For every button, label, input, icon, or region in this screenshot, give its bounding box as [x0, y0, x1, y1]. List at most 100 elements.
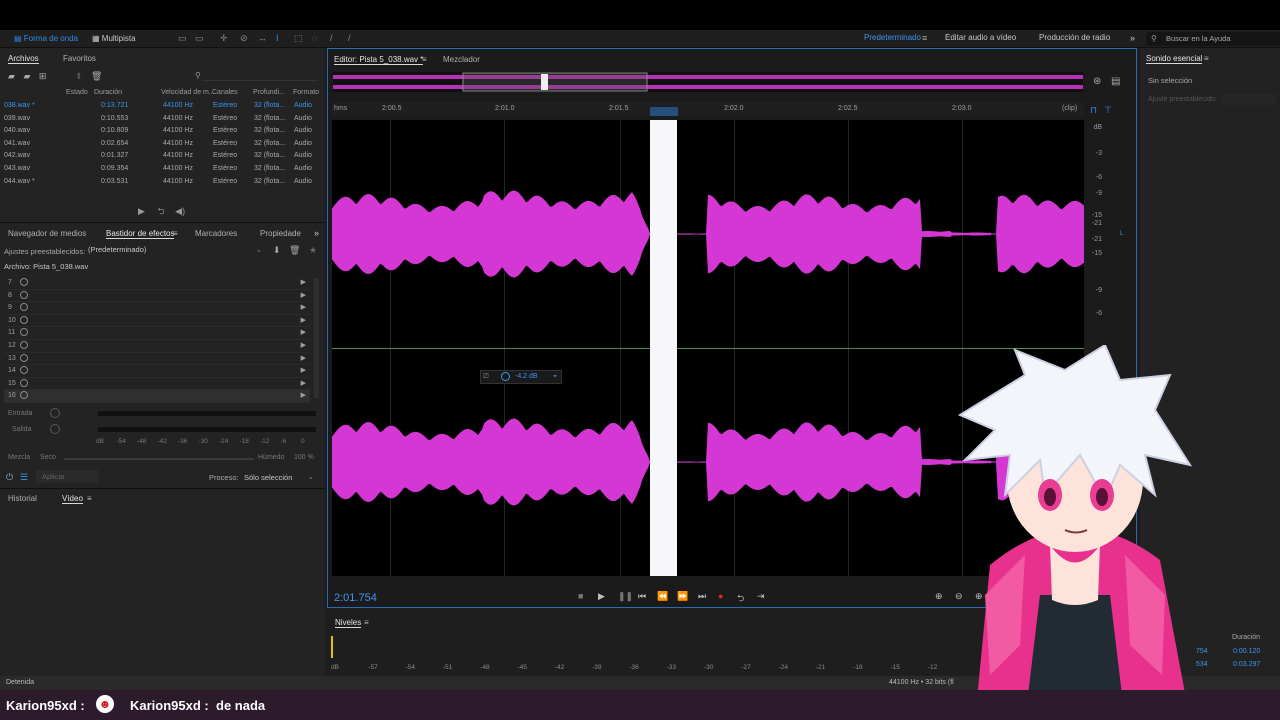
- fast-forward-icon[interactable]: ⏩: [677, 591, 688, 602]
- power-icon[interactable]: [20, 303, 28, 312]
- apply-button[interactable]: Aplicar: [36, 470, 98, 483]
- insert-icon[interactable]: ⬆: [75, 71, 83, 81]
- pitch-icon[interactable]: ▭: [195, 34, 205, 43]
- waveform-view-button[interactable]: ▤ Forma de onda: [14, 33, 78, 45]
- effect-slot[interactable]: 11 ▶: [4, 327, 310, 340]
- output-gain-knob[interactable]: [50, 424, 60, 434]
- menu-icon[interactable]: ≡: [173, 229, 178, 238]
- power-icon[interactable]: [20, 278, 28, 286]
- effect-slot[interactable]: 16 ▶: [4, 390, 310, 403]
- play-icon[interactable]: ▶: [138, 206, 145, 216]
- tab-favorites[interactable]: Favoritos: [63, 54, 96, 63]
- mix-slider[interactable]: [64, 458, 254, 460]
- chevron-right-icon[interactable]: ▶: [301, 366, 306, 374]
- file-row[interactable]: 040.wav 0:10.809 44100 Hz Estéreo 32 (flota.…: [0, 125, 320, 138]
- menu-icon[interactable]: ≡: [1204, 54, 1209, 63]
- menu-icon[interactable]: ≡: [422, 55, 427, 64]
- power-icon[interactable]: ⏻: [6, 472, 13, 483]
- chevron-right-icon[interactable]: ▶: [301, 303, 306, 311]
- zoom-reset-icon[interactable]: ⊛: [1093, 76, 1101, 87]
- snap-icon[interactable]: ⊤: [1104, 105, 1112, 116]
- skip-forward-icon[interactable]: ⏭: [698, 591, 706, 602]
- delete-preset-icon[interactable]: 🗑: [289, 245, 300, 256]
- selection-range-marker[interactable]: [650, 107, 678, 116]
- chevron-right-icon[interactable]: ▶: [301, 379, 306, 387]
- healing-tool-icon[interactable]: /: [348, 34, 358, 43]
- process-dropdown[interactable]: Sólo selección ⌄: [240, 471, 316, 483]
- volume-knob[interactable]: [501, 372, 510, 381]
- skip-selection-icon[interactable]: ⇥: [757, 591, 765, 602]
- lasso-tool-icon[interactable]: ◌: [312, 34, 322, 43]
- tab-mixer[interactable]: Mezclador: [443, 55, 480, 64]
- presets-dropdown[interactable]: [1222, 94, 1276, 105]
- power-icon[interactable]: [20, 328, 28, 337]
- list-icon[interactable]: ☰: [20, 472, 28, 483]
- effect-slot[interactable]: 12 ▶: [4, 340, 310, 353]
- effect-slot[interactable]: 8 ▶: [4, 290, 310, 303]
- tab-files[interactable]: Archivos: [8, 54, 39, 64]
- marquee-tool-icon[interactable]: ⬚: [294, 34, 304, 43]
- timecode-display[interactable]: 2:01.754: [334, 592, 377, 604]
- chevron-right-icon[interactable]: »: [314, 228, 319, 238]
- pause-icon[interactable]: ❚❚: [618, 591, 633, 602]
- overview-menu-icon[interactable]: ▤: [1111, 76, 1120, 87]
- delete-icon[interactable]: 🗑: [91, 71, 102, 81]
- power-icon[interactable]: [20, 290, 28, 299]
- overview-viewport[interactable]: [462, 72, 648, 92]
- file-row[interactable]: 039.wav 0:10.553 44100 Hz Estéreo 32 (flota.…: [0, 113, 320, 126]
- effect-slot[interactable]: 13 ▶: [4, 353, 310, 366]
- effect-slot[interactable]: 9 ▶: [4, 302, 310, 315]
- multitrack-view-button[interactable]: ▦ Multipista: [92, 33, 136, 45]
- slip-tool-icon[interactable]: ↔: [258, 34, 268, 43]
- chevron-right-icon[interactable]: ▶: [301, 354, 306, 362]
- file-filter-input[interactable]: [202, 72, 318, 81]
- menu-icon[interactable]: ≡: [87, 494, 92, 503]
- time-selection-tool-icon[interactable]: I: [276, 34, 286, 43]
- overview-navigator[interactable]: [333, 72, 1083, 92]
- workspace-default[interactable]: Predeterminado: [864, 33, 921, 42]
- workspace-radio[interactable]: Producción de radio: [1039, 33, 1110, 42]
- col-status[interactable]: Estado: [66, 89, 88, 96]
- power-icon[interactable]: [20, 378, 28, 387]
- spectral-icon[interactable]: ▭: [178, 34, 188, 43]
- col-duration[interactable]: Duración: [94, 89, 122, 96]
- stop-icon[interactable]: ■: [578, 591, 583, 601]
- time-selection[interactable]: [650, 120, 677, 576]
- hud-volume[interactable]: ⎚ -4.2 dB ⌖: [480, 370, 562, 384]
- presets-dropdown[interactable]: (Predeterminado) ⌄: [88, 245, 268, 256]
- move-tool-icon[interactable]: ✛: [220, 34, 230, 43]
- effect-slot[interactable]: 15 ▶: [4, 378, 310, 391]
- file-row[interactable]: 038.wav * 0:13.721 44100 Hz Estéreo 32 (flot…: [0, 100, 320, 113]
- magnet-icon[interactable]: ⊓: [1090, 105, 1097, 116]
- rewind-icon[interactable]: ⏪: [657, 591, 668, 602]
- power-icon[interactable]: [20, 341, 28, 349]
- chevron-right-icon[interactable]: ▶: [301, 278, 306, 286]
- essential-sound-title[interactable]: Sonido esencial: [1146, 54, 1203, 64]
- chevron-right-icon[interactable]: ▶: [301, 341, 306, 349]
- power-icon[interactable]: [20, 391, 28, 400]
- col-depth[interactable]: Profundi...: [253, 89, 285, 96]
- new-file-icon[interactable]: ⊞: [39, 71, 47, 81]
- razor-tool-icon[interactable]: ⊘: [240, 34, 250, 43]
- file-row[interactable]: 044.wav * 0:03.531 44100 Hz Estéreo 32 (flot…: [0, 176, 320, 189]
- input-gain-knob[interactable]: [50, 408, 60, 418]
- tab-editor[interactable]: Editor: Pista 5_038.wav *: [334, 55, 424, 65]
- tab-markers[interactable]: Marcadores: [195, 229, 237, 238]
- tab-media-browser[interactable]: Navegador de medios: [8, 229, 86, 238]
- chevron-right-icon[interactable]: ▶: [301, 291, 306, 299]
- menu-icon[interactable]: ≡: [364, 618, 369, 627]
- chevron-right-icon[interactable]: »: [1130, 34, 1140, 43]
- autoplay-icon[interactable]: ◀): [175, 206, 185, 216]
- favorite-star-icon[interactable]: ★: [309, 245, 317, 256]
- tab-video[interactable]: Vídeo: [62, 494, 83, 504]
- filter-search-icon[interactable]: ⚲: [195, 71, 201, 80]
- effect-slot[interactable]: 10 ▶: [4, 315, 310, 328]
- workspace-edit-video[interactable]: Editar audio a vídeo: [945, 33, 1016, 42]
- channel-marker[interactable]: L: [1120, 231, 1123, 237]
- effect-slot[interactable]: 14 ▶: [4, 365, 310, 378]
- import-icon[interactable]: ▰: [23, 71, 30, 81]
- power-icon[interactable]: [20, 315, 28, 324]
- power-icon[interactable]: [20, 353, 28, 362]
- pin-icon[interactable]: ⌖: [553, 373, 557, 381]
- col-channels[interactable]: Canales: [212, 89, 238, 96]
